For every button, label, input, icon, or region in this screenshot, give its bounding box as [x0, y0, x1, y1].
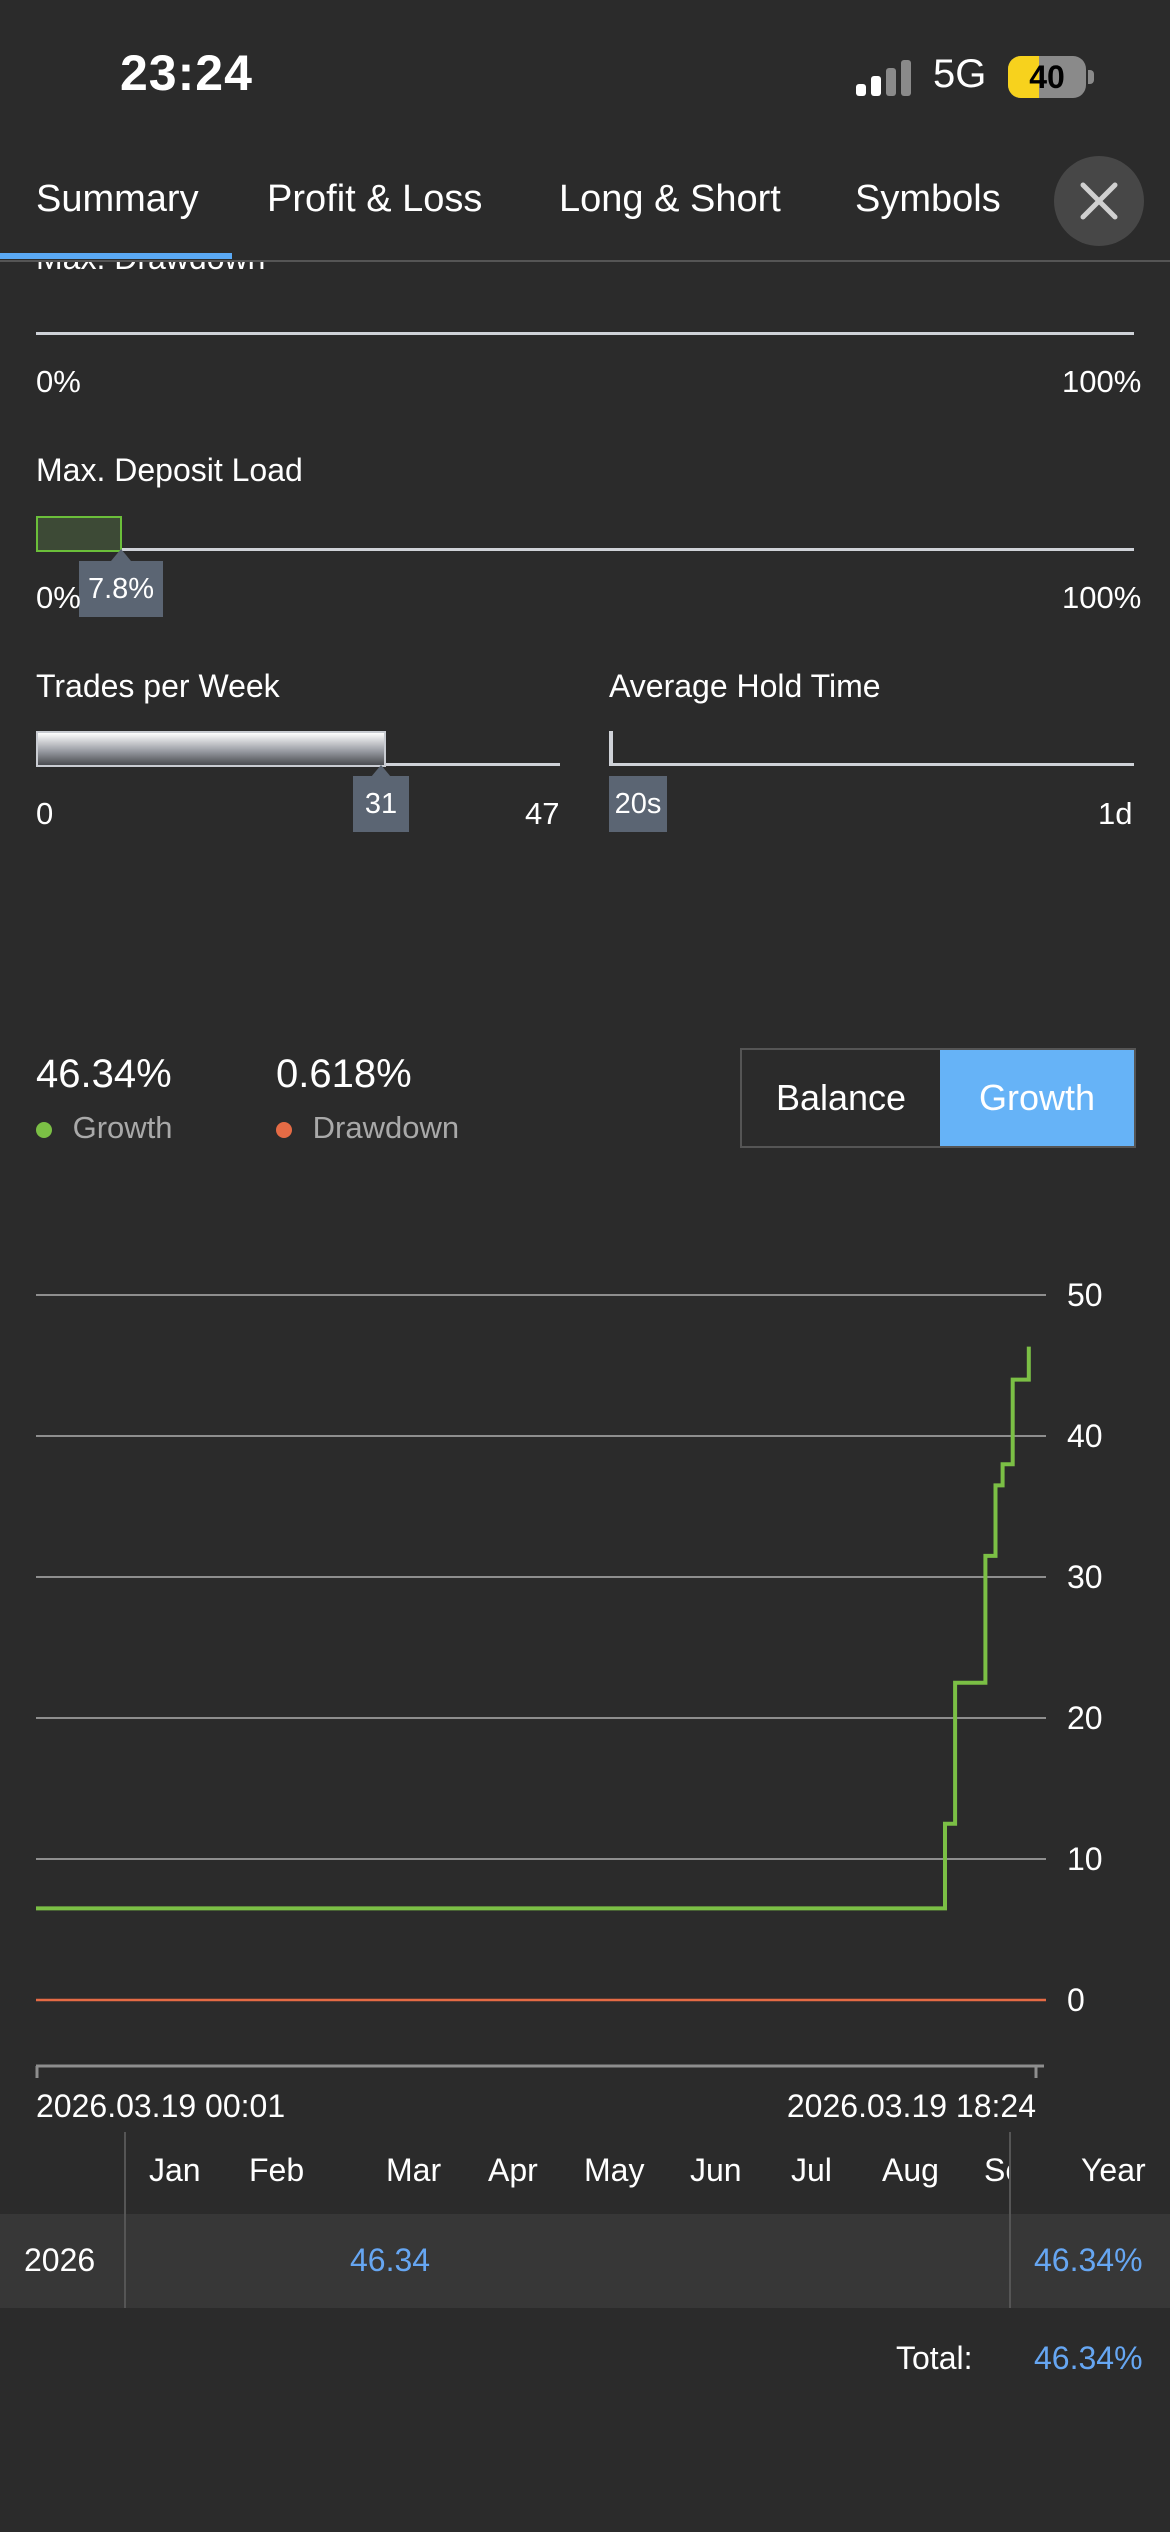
month-may: May	[584, 2152, 645, 2188]
month-jan: Jan	[149, 2152, 201, 2188]
table-divider-left	[124, 2132, 126, 2214]
trades-per-week-label: Trades per Week	[36, 668, 280, 704]
y-tick-label: 30	[1067, 1559, 1103, 1595]
deposit-load-min: 0%	[36, 580, 81, 615]
y-tick-label: 40	[1067, 1418, 1103, 1454]
drawdown-min: 0%	[36, 364, 81, 399]
drawdown-label: Max. Drawdown	[36, 262, 265, 277]
hold-time-label: Average Hold Time	[609, 668, 881, 704]
signal-icon	[856, 60, 916, 96]
drawdown-track	[36, 332, 1134, 335]
status-time: 23:24	[120, 45, 253, 101]
growth-legend-label: Growth	[72, 1110, 173, 1145]
trades-per-week-bar	[36, 731, 386, 767]
close-icon	[1080, 182, 1118, 220]
balance-toggle-button[interactable]: Balance	[742, 1050, 940, 1146]
drawdown-label-clip: Max. Drawdown	[0, 262, 1170, 278]
month-sep: Se	[984, 2152, 1009, 2188]
deposit-load-bar	[36, 516, 122, 552]
tab-long-short[interactable]: Long & Short	[559, 178, 781, 221]
deposit-load-max: 100%	[1062, 580, 1142, 615]
drawdown-max: 100%	[1062, 364, 1142, 399]
row-divider-right	[1009, 2214, 1011, 2308]
battery-level: 40	[1029, 59, 1065, 95]
y-tick-label: 50	[1067, 1277, 1103, 1313]
growth-dot-icon	[36, 1122, 52, 1138]
month-apr: Apr	[488, 2152, 538, 2188]
growth-toggle-button[interactable]: Growth	[940, 1050, 1134, 1146]
series-line-growth	[36, 1346, 1031, 1911]
x-tick-label: 2026.03.19 18:24	[787, 2088, 1036, 2124]
trades-per-week-value: 31	[353, 776, 409, 832]
growth-chart: 50 40 30 20 10 0 2026.03.19 00:01 2026.03.19 18…	[35, 1277, 1103, 2124]
row-year-total[interactable]: 46.34%	[1034, 2242, 1143, 2279]
month-feb: Feb	[249, 2152, 305, 2188]
battery-nub	[1088, 70, 1094, 84]
month-jul: Jul	[791, 2152, 832, 2188]
deposit-load-tag-pointer	[111, 549, 131, 561]
hold-time-marker	[609, 731, 613, 765]
battery-icon: 40	[1008, 56, 1086, 98]
hold-time-track	[609, 763, 1134, 766]
row-year: 2026	[24, 2242, 96, 2278]
total-value: 46.34%	[1034, 2340, 1143, 2376]
month-aug: Aug	[882, 2152, 939, 2188]
deposit-load-track	[36, 548, 1134, 551]
total-label: Total:	[896, 2340, 973, 2376]
hold-time-value: 20s	[609, 776, 667, 832]
active-tab-indicator	[0, 253, 232, 259]
table-row: 2026 46.34 46.34%	[0, 2214, 1170, 2308]
growth-legend: Growth	[36, 1110, 173, 1146]
tab-summary[interactable]: Summary	[36, 178, 199, 221]
drawdown-legend: Drawdown	[276, 1110, 459, 1146]
year-header: Year	[1081, 2152, 1146, 2188]
chart-mode-toggle: Balance Growth	[740, 1048, 1136, 1148]
month-jun: Jun	[690, 2152, 742, 2188]
deposit-load-value: 7.8%	[79, 561, 163, 617]
hold-time-max: 1d	[1098, 796, 1133, 831]
row-divider-left	[124, 2214, 126, 2308]
table-divider-right	[1009, 2132, 1011, 2214]
network-type: 5G	[933, 52, 987, 96]
drawdown-dot-icon	[276, 1122, 292, 1138]
month-mar: Mar	[386, 2152, 442, 2188]
tab-profit-loss[interactable]: Profit & Loss	[267, 178, 482, 221]
month-sep-clip: Se	[980, 2132, 1009, 2214]
y-tick-label: 0	[1067, 1982, 1085, 2018]
growth-value: 46.34%	[36, 1052, 172, 1096]
drawdown-value: 0.618%	[276, 1052, 412, 1096]
deposit-load-label: Max. Deposit Load	[36, 452, 303, 488]
tab-bar: Summary Profit & Loss Long & Short Symbo…	[0, 160, 1170, 262]
close-button[interactable]	[1054, 156, 1144, 246]
months-header-row: Jan Feb Mar Apr May Jun Jul Aug Se Year	[0, 2132, 1170, 2214]
trades-per-week-max: 47	[525, 796, 560, 831]
row-mar-value[interactable]: 46.34	[350, 2242, 430, 2279]
tab-symbols[interactable]: Symbols	[855, 178, 1001, 221]
x-tick-label: 2026.03.19 00:01	[36, 2088, 285, 2124]
y-tick-label: 20	[1067, 1700, 1103, 1736]
drawdown-legend-label: Drawdown	[312, 1110, 460, 1145]
y-tick-label: 10	[1067, 1841, 1103, 1877]
trades-per-week-min: 0	[36, 796, 54, 831]
